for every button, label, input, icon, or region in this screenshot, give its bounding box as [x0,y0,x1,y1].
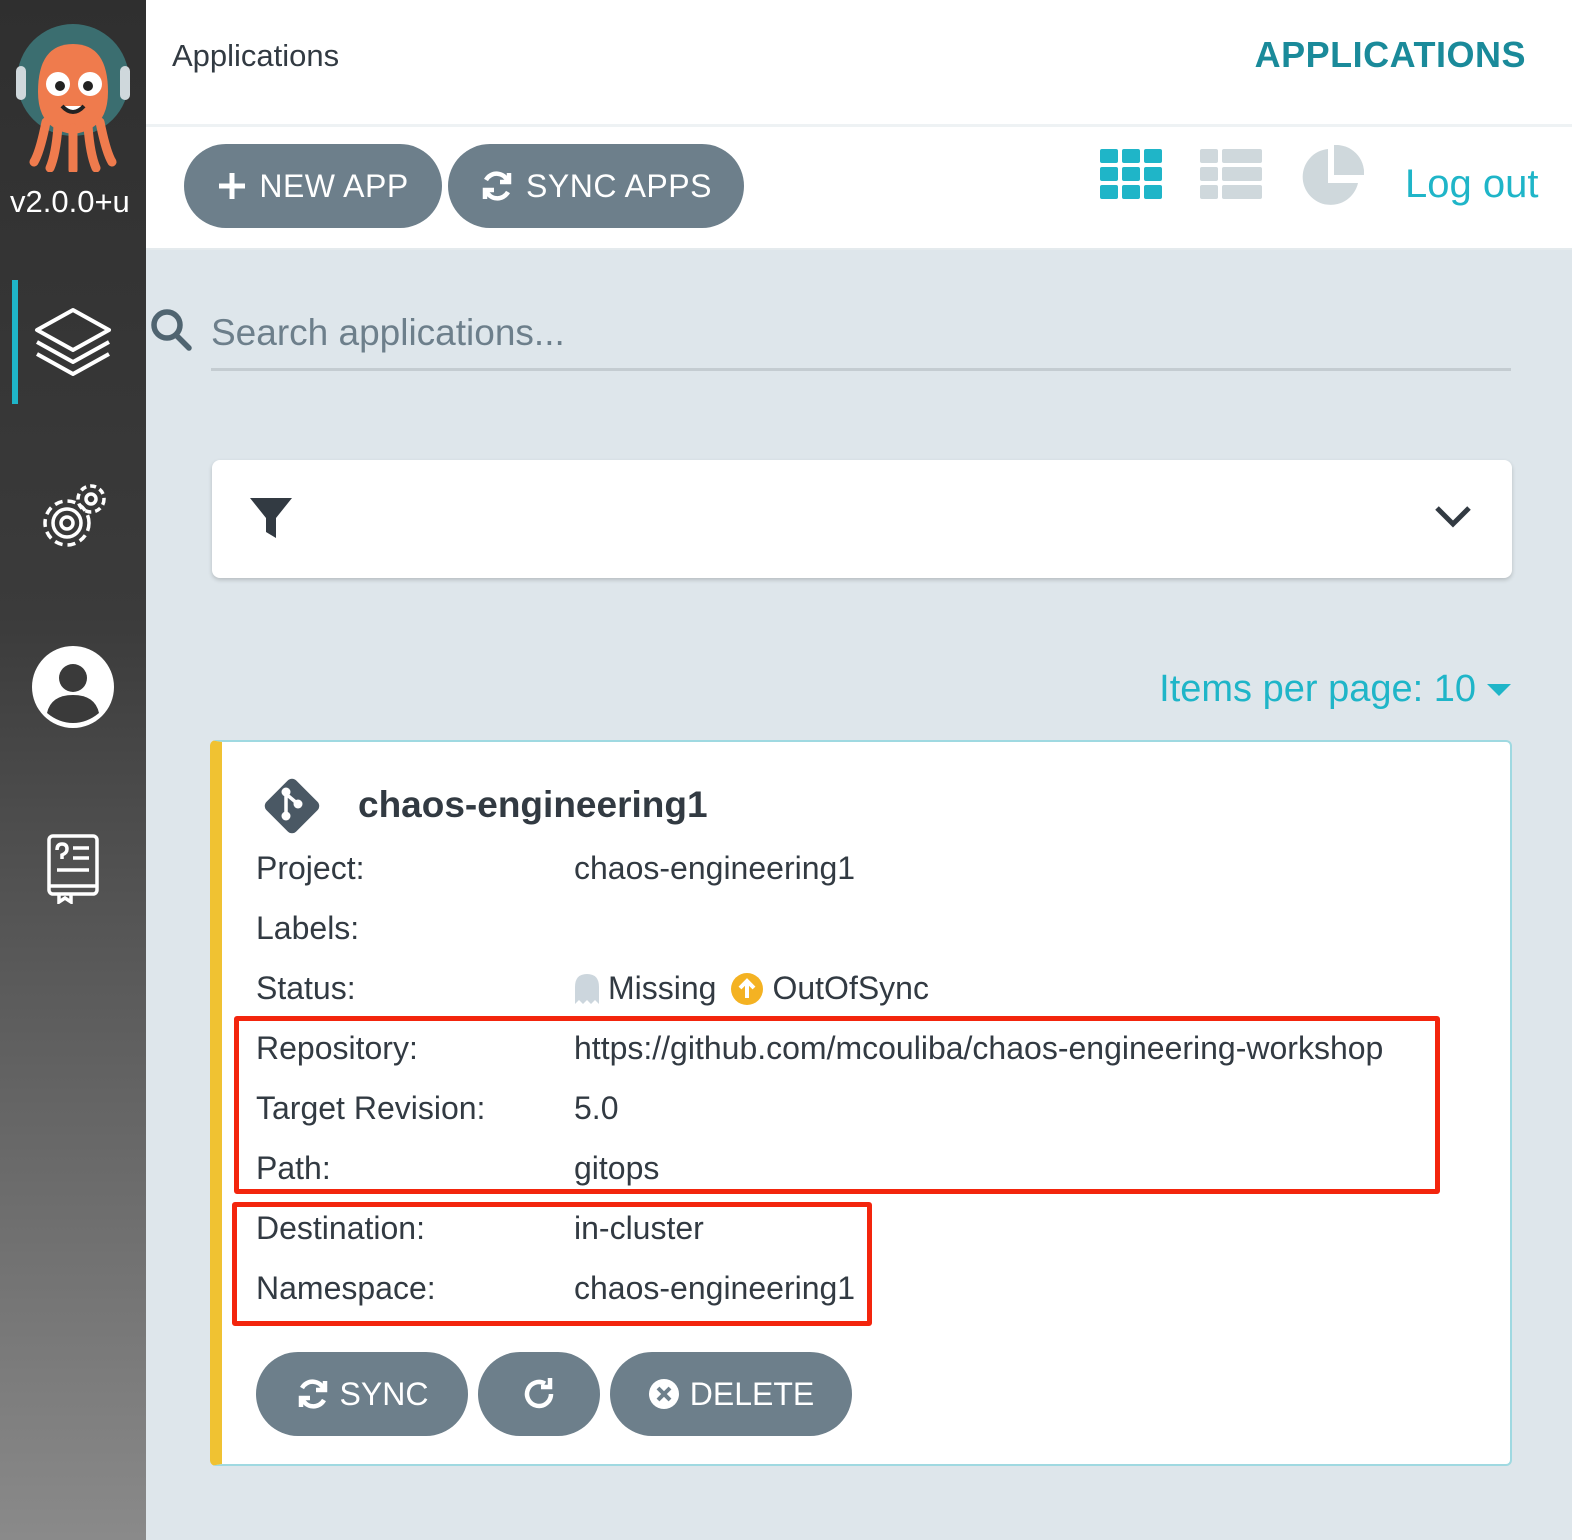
page-title: Applications [172,38,340,73]
sidebar-item-applications[interactable] [0,300,146,390]
sidebar: v2.0.0+u [0,0,146,1540]
sync-icon [482,171,512,201]
breadcrumb[interactable]: APPLICATIONS [1255,34,1526,76]
filter-icon [250,496,292,545]
logout-link[interactable]: Log out [1405,162,1538,207]
git-icon [260,774,324,843]
version-label: v2.0.0+u [10,184,130,219]
delete-button[interactable]: DELETE [610,1352,852,1436]
close-circle-icon [648,1379,679,1409]
new-app-label: NEW APP [259,167,409,204]
new-app-button[interactable]: NEW APP [184,144,442,228]
gears-icon [37,481,109,560]
status-key: Status: [256,970,356,1006]
pie-view-icon[interactable] [1300,144,1365,212]
out-of-sync-icon [731,972,764,1005]
list-view-icon[interactable] [1200,145,1262,208]
sync-apps-label: SYNC APPS [526,167,712,204]
sync-apps-button[interactable]: SYNC APPS [448,144,744,228]
layers-icon [33,304,113,387]
highlight-box-source [234,1016,1440,1194]
argo-logo[interactable] [16,22,130,175]
sync-label: SYNC [339,1375,429,1412]
sync-icon [298,1379,327,1409]
filter-panel[interactable] [212,460,1512,578]
sidebar-item-docs[interactable] [0,830,146,910]
user-icon [31,645,115,734]
ghost-icon [575,973,599,1004]
project-value: chaos-engineering1 [574,850,856,886]
delete-label: DELETE [689,1375,815,1412]
sync-button[interactable]: SYNC [256,1352,468,1436]
highlight-box-destination [232,1202,872,1326]
top-bar: Applications APPLICATIONS [146,0,1572,127]
items-per-page-select[interactable]: Items per page: 10 [1159,668,1512,711]
sync-status: OutOfSync [772,970,929,1006]
docs-icon [45,832,101,909]
refresh-button[interactable] [478,1352,600,1436]
search-icon [150,308,192,357]
caret-down-icon [1487,683,1511,696]
search-input[interactable] [211,298,1511,371]
tiles-view-icon[interactable] [1100,145,1162,208]
sidebar-item-user-info[interactable] [0,644,146,734]
labels-key: Labels: [256,910,360,946]
health-status: Missing [608,970,717,1006]
items-per-page-label: Items per page: 10 [1159,668,1476,710]
refresh-icon [524,1378,554,1409]
plus-icon [219,173,246,199]
sidebar-item-settings[interactable] [0,478,146,562]
project-key: Project: [256,850,365,886]
status-value: Missing OutOfSync [574,970,929,1007]
chevron-down-icon[interactable] [1434,504,1472,535]
app-name[interactable]: chaos-engineering1 [358,784,708,826]
